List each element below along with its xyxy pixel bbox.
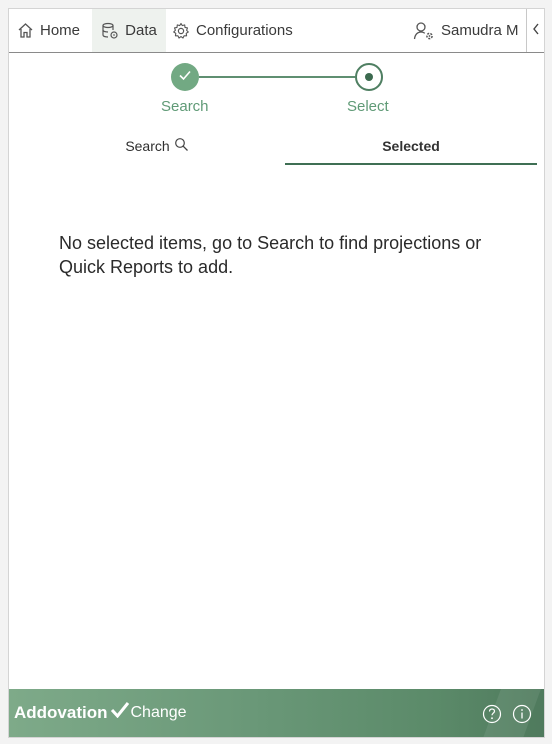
nav-configurations[interactable]: Configurations <box>172 9 293 52</box>
checkmark-icon <box>178 68 192 86</box>
brand-check-icon <box>108 702 129 723</box>
app-window: Home Data Configurations Samudra M Searc… <box>8 8 545 738</box>
step-select-label: Select <box>347 98 389 115</box>
brand-logo: Addovation Change <box>14 702 187 723</box>
info-icon[interactable] <box>512 704 532 724</box>
nav-home[interactable]: Home <box>17 9 80 52</box>
tab-selected[interactable]: Selected <box>285 129 537 165</box>
brand-product: Change <box>130 703 187 721</box>
user-name: Samudra M <box>441 22 519 39</box>
user-settings-icon <box>413 21 435 41</box>
step-search-indicator[interactable] <box>171 63 199 91</box>
empty-state-message: No selected items, go to Search to find … <box>59 233 482 277</box>
database-icon <box>101 22 119 40</box>
nav-configurations-label: Configurations <box>196 22 293 39</box>
home-icon <box>17 22 34 39</box>
nav-data-label: Data <box>125 22 157 39</box>
tab-search[interactable]: Search <box>33 129 281 163</box>
current-step-dot <box>365 73 373 81</box>
step-search-label[interactable]: Search <box>161 98 209 115</box>
gear-icon <box>172 22 190 40</box>
stepper-connector <box>199 76 355 78</box>
collapse-panel-button[interactable] <box>526 9 544 52</box>
step-select-indicator <box>355 63 383 91</box>
search-icon <box>170 137 189 155</box>
brand-name: Addovation <box>14 702 108 722</box>
nav-data[interactable]: Data <box>92 9 166 52</box>
tab-search-label: Search <box>125 138 170 154</box>
nav-home-label: Home <box>40 22 81 39</box>
tab-selected-label: Selected <box>382 138 440 154</box>
top-nav: Home Data Configurations Samudra M <box>9 9 544 53</box>
nav-user-menu[interactable]: Samudra M <box>413 9 519 52</box>
chevron-left-icon <box>532 22 540 40</box>
footer-bar: Addovation Change <box>9 689 544 737</box>
progress-stepper: Search Select <box>9 61 544 121</box>
help-icon[interactable] <box>482 704 502 724</box>
